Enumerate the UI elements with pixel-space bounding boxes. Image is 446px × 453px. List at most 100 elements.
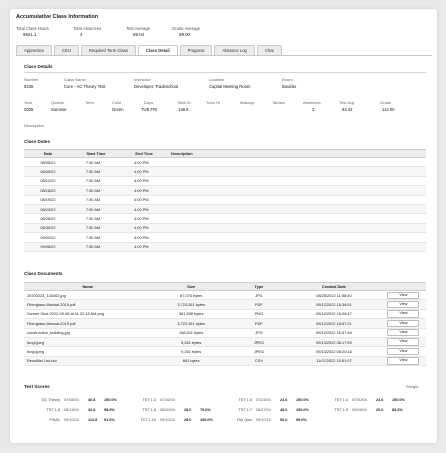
table-cell: 4:00 PM bbox=[120, 232, 169, 243]
view-button[interactable]: View bbox=[387, 310, 420, 318]
view-button[interactable]: View bbox=[387, 319, 420, 328]
table-cell: CSV bbox=[230, 356, 288, 367]
tab-ceu[interactable]: CEU bbox=[54, 45, 79, 55]
tab-apprentice[interactable]: Apprentice bbox=[16, 45, 53, 55]
view-button[interactable]: View bbox=[387, 291, 420, 299]
table-cell: 09/12/2022 16:57:21 bbox=[287, 318, 381, 329]
tab-bar: Apprentice CEU Required Term Class Class De… bbox=[16, 45, 284, 55]
view-button[interactable]: View bbox=[387, 347, 420, 356]
view-button[interactable]: View bbox=[387, 300, 420, 309]
table-cell: View bbox=[380, 356, 426, 367]
table-cell: 4:00 PM bbox=[120, 185, 169, 196]
table-cell: 7:30 AM bbox=[71, 242, 121, 252]
table-cell: 7:30 AM bbox=[71, 232, 121, 243]
table-row: 08/19/22 7:30 AM 4:00 PM bbox=[24, 195, 426, 205]
table-cell: Fiberglass-Manual-2015.pdf bbox=[24, 299, 152, 310]
table-cell: 9,261 bytes bbox=[151, 346, 231, 357]
detail-label: Grade bbox=[380, 100, 392, 105]
column-header: Type bbox=[230, 282, 288, 291]
detail-value: 3 bbox=[312, 107, 315, 112]
detail-value: 138.6 bbox=[178, 107, 189, 112]
test-percent: 98.9% bbox=[104, 408, 115, 412]
detail-label: Room bbox=[282, 77, 293, 82]
test-scores-heading: Test Scores bbox=[24, 384, 50, 389]
table-cell: 361,506 bytes bbox=[151, 309, 231, 320]
summary-value: 99.00 bbox=[179, 32, 190, 37]
table-cell: JPG bbox=[230, 290, 288, 301]
test-date: 09/10/04 bbox=[160, 418, 175, 422]
tab-chat[interactable]: Chat bbox=[256, 45, 282, 55]
table-cell: View bbox=[380, 299, 426, 310]
table-row: 08/16/22 7:30 AM 4:00 PM bbox=[24, 185, 426, 196]
detail-value: 6235 bbox=[24, 84, 34, 89]
table-cell: 4:00 PM bbox=[120, 157, 169, 168]
table-cell bbox=[168, 176, 426, 187]
table-row: 08/12/22 7:30 AM 4:00 PM bbox=[24, 176, 426, 187]
test-date: 09/10/15 bbox=[256, 418, 271, 422]
table-cell: 7:30 AM bbox=[71, 223, 121, 234]
table-cell: 4:00 PM bbox=[120, 166, 169, 177]
table-cell: 08/26/22 bbox=[24, 213, 72, 224]
table-cell bbox=[168, 213, 426, 224]
view-button[interactable]: View bbox=[387, 329, 420, 337]
test-name: Flip Quiz bbox=[237, 418, 252, 422]
table-row: Screen Shot 2022-09-08 at 11.22.43 AM.pn… bbox=[24, 309, 426, 320]
table-row: 09/06/22 7:30 AM 4:00 PM bbox=[24, 242, 426, 252]
table-row: 08/09/22 7:30 AM 4:00 PM bbox=[24, 166, 426, 177]
table-cell: construction_building.jpg bbox=[24, 328, 152, 338]
test-name: TST 1-4 bbox=[334, 398, 348, 402]
table-cell: 158,511 bytes bbox=[151, 328, 231, 338]
detail-value: Summer bbox=[51, 107, 67, 112]
table-cell: 3,723,261 bytes bbox=[151, 318, 231, 329]
view-button[interactable]: View bbox=[387, 357, 420, 365]
table-cell: 11/07/2022 15:51:07 bbox=[287, 356, 381, 367]
detail-label: Tutor Hr bbox=[206, 100, 221, 105]
test-score: 24.0 bbox=[280, 398, 288, 402]
tab-required-term-class[interactable]: Required Term Class bbox=[80, 45, 136, 55]
table-cell: 08/23/22 bbox=[24, 204, 72, 215]
view-button[interactable]: View bbox=[387, 338, 420, 346]
test-name: DC Theory bbox=[41, 398, 60, 402]
table-row: 08/23/22 7:30 AM 4:00 PM bbox=[24, 204, 426, 215]
table-cell bbox=[168, 232, 426, 243]
table-cell: JPEG bbox=[230, 346, 288, 357]
table-cell: 09/13/2022 08:17:59 bbox=[287, 337, 381, 348]
table-cell: 09/02/22 bbox=[24, 232, 72, 243]
test-percent: 91.0% bbox=[104, 418, 115, 422]
table-cell: 08/30/22 bbox=[24, 223, 72, 234]
test-name: TST 1-3 bbox=[142, 398, 156, 402]
test-score: 48.0 bbox=[280, 408, 288, 412]
column-header: Date bbox=[24, 149, 72, 158]
detail-value: 93.42 bbox=[342, 107, 353, 112]
table-cell: 661 bytes bbox=[151, 356, 231, 367]
table-cell: 7:30 AM bbox=[71, 157, 121, 168]
test-name: TST 1-9 bbox=[334, 408, 348, 412]
table-cell: fungi.jpeg bbox=[24, 337, 152, 348]
tab-absence-log[interactable]: Absence Log bbox=[214, 45, 255, 55]
table-cell: 09/13/2022 08:20:16 bbox=[287, 346, 381, 357]
detail-label: Total Hr bbox=[177, 100, 191, 105]
class-details-heading: Class Details bbox=[24, 64, 53, 69]
class-documents-heading: Class Documents bbox=[24, 271, 63, 276]
detail-label: Absences bbox=[303, 100, 321, 105]
detail-label: Test Avg bbox=[339, 100, 355, 105]
table-cell: 09/12/2022 16:06:47 bbox=[287, 309, 381, 320]
detail-value: Developer, Tradeschool bbox=[134, 84, 178, 89]
table-cell bbox=[168, 185, 426, 196]
test-percent: 100.0% bbox=[296, 398, 309, 402]
table-cell: JPG bbox=[230, 328, 288, 338]
table-cell bbox=[168, 242, 426, 252]
detail-value: 112.00 bbox=[382, 107, 395, 112]
tab-divider bbox=[16, 55, 432, 56]
tab-class-detail[interactable]: Class Detail bbox=[137, 45, 178, 55]
table-row: Fiberglass-Manual-2015.pdf 3,723,261 byte… bbox=[24, 318, 426, 329]
test-score: 28.0 bbox=[184, 408, 192, 412]
column-header: Size bbox=[151, 282, 231, 291]
table-cell: PNG bbox=[230, 309, 288, 320]
summary-label: Test Average bbox=[126, 26, 151, 31]
test-score: 50.0 bbox=[280, 418, 288, 422]
table-row: 20200223_133402.jpg 87,076 bytes JPG 08/25/… bbox=[24, 290, 426, 301]
tab-progress[interactable]: Progress bbox=[179, 45, 213, 55]
table-cell: 4:00 PM bbox=[120, 195, 169, 205]
test-percent: 100.0% bbox=[392, 398, 405, 402]
